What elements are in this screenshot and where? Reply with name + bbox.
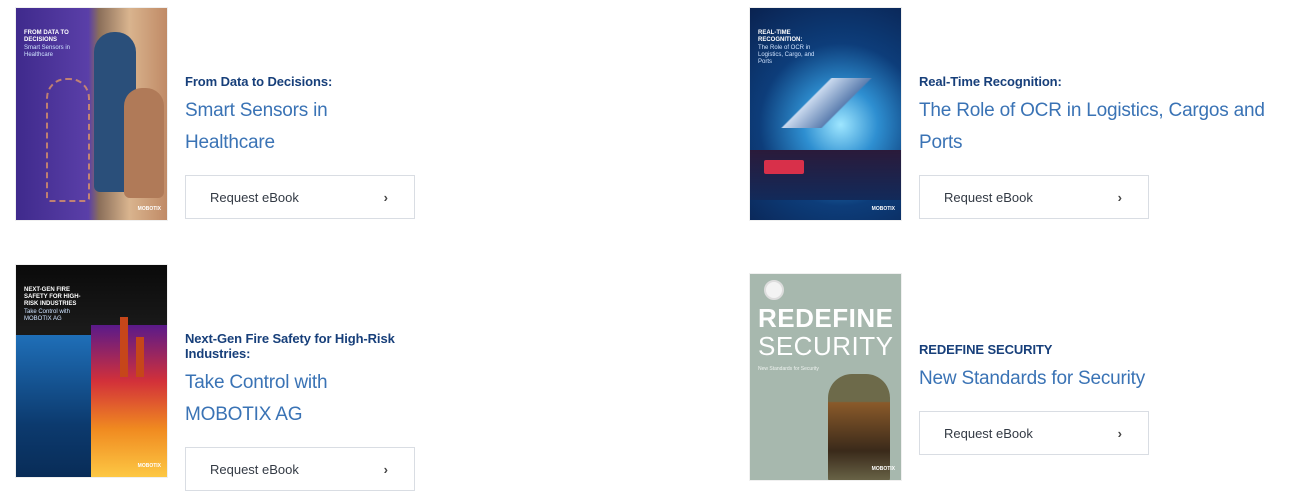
cover-title-line2: SECURITY — [758, 331, 894, 361]
cover-title: Real-Time Recognition: The Role of OCR i… — [758, 30, 818, 66]
ebook-card-text: REDEFINE SECURITY New Standards for Secu… — [919, 342, 1149, 455]
ebook-cover-security[interactable]: REDEFINE SECURITY New Standards for Secu… — [750, 274, 901, 480]
cover-illustration — [750, 78, 901, 128]
ebook-cover-ocr[interactable]: Real-Time Recognition: The Role of OCR i… — [750, 8, 901, 220]
ebook-heading: Real-Time Recognition: — [919, 74, 1062, 89]
cover-illustration — [124, 88, 164, 198]
cover-brand: MOBOTIX — [871, 466, 895, 472]
cover-illustration — [91, 325, 167, 477]
request-ebook-label: Request eBook — [944, 425, 1033, 441]
chevron-right-icon: › — [383, 189, 388, 205]
cover-illustration — [16, 335, 91, 477]
cover-subtitle: New Standards for Security — [758, 366, 819, 372]
cover-title: From Data to Decisions Smart Sensors in … — [24, 30, 84, 59]
cover-subtitle: Smart Sensors in Healthcare — [24, 45, 71, 58]
request-ebook-button[interactable]: Request eBook › — [185, 175, 415, 219]
camera-icon — [764, 280, 784, 300]
ebook-subtitle: Take Control with MOBOTIX AG — [185, 372, 328, 425]
request-ebook-label: Request eBook — [944, 189, 1033, 205]
request-ebook-button[interactable]: Request eBook › — [919, 175, 1149, 219]
ebook-cover-healthcare[interactable]: From Data to Decisions Smart Sensors in … — [16, 8, 167, 220]
ebook-card-text: Next-Gen Fire Safety for High-Risk Indus… — [185, 331, 415, 491]
cover-title: Next-Gen Fire Safety for High-Risk Indus… — [24, 287, 84, 323]
ebook-subtitle: New Standards for Security — [919, 368, 1146, 389]
ebook-heading: Next-Gen Fire Safety for High-Risk Indus… — [185, 331, 395, 361]
ebook-cover-fire-safety[interactable]: Next-Gen Fire Safety for High-Risk Indus… — [16, 265, 167, 477]
cover-brand: MOBOTIX — [871, 206, 895, 212]
ebook-heading: REDEFINE SECURITY — [919, 342, 1053, 357]
ebook-card-text: Real-Time Recognition: The Role of OCR i… — [919, 74, 1289, 219]
cover-illustration — [764, 160, 804, 174]
cover-illustration — [46, 78, 90, 202]
cover-subtitle: The Role of OCR in Logistics, Cargo, and… — [758, 45, 815, 65]
chevron-right-icon: › — [1117, 189, 1122, 205]
cover-subtitle: Take Control with MOBOTIX AG — [24, 309, 71, 322]
cover-illustration — [136, 337, 144, 377]
ebook-subtitle: Smart Sensors in Healthcare — [185, 100, 328, 153]
chevron-right-icon: › — [1117, 425, 1122, 441]
chevron-right-icon: › — [383, 461, 388, 477]
ebook-heading: From Data to Decisions: — [185, 74, 333, 89]
cover-illustration — [828, 374, 890, 480]
cover-brand: MOBOTIX — [137, 463, 161, 469]
request-ebook-button[interactable]: Request eBook › — [185, 447, 415, 491]
cover-brand: MOBOTIX — [137, 206, 161, 212]
ebook-card-text: From Data to Decisions: Smart Sensors in… — [185, 74, 415, 219]
ebook-subtitle: The Role of OCR in Logistics, Cargos and… — [919, 100, 1265, 153]
request-ebook-label: Request eBook — [210, 189, 299, 205]
request-ebook-label: Request eBook — [210, 461, 299, 477]
cover-illustration — [750, 150, 901, 200]
request-ebook-button[interactable]: Request eBook › — [919, 411, 1149, 455]
cover-title-line1: REDEFINE — [758, 303, 894, 333]
cover-illustration — [120, 317, 128, 377]
